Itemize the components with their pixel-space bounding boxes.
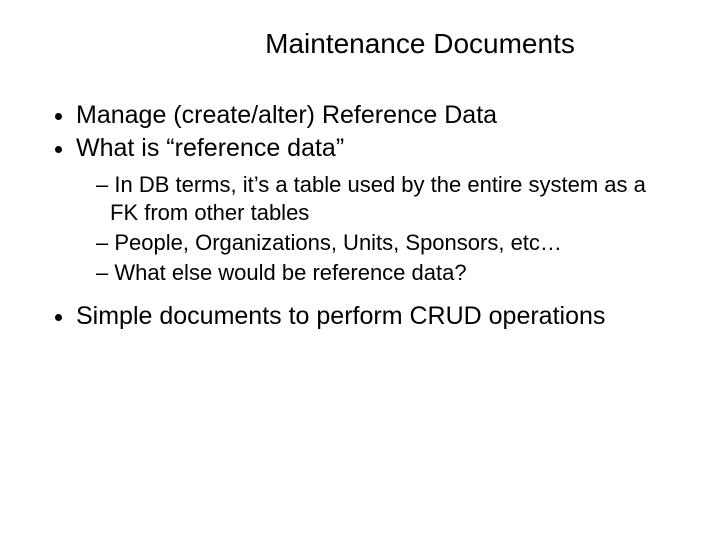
- slide: Maintenance Documents Manage (create/alt…: [0, 0, 720, 540]
- bullet-item: Manage (create/alter) Reference Data: [76, 100, 672, 131]
- sub-bullet-list: In DB terms, it’s a table used by the en…: [76, 171, 672, 288]
- bullet-text: What is “reference data”: [76, 134, 344, 162]
- slide-title: Maintenance Documents: [48, 28, 672, 60]
- bullet-item: What is “reference data” In DB terms, it…: [76, 133, 672, 287]
- sub-bullet-item: What else would be reference data?: [96, 259, 672, 287]
- sub-bullet-item: In DB terms, it’s a table used by the en…: [96, 171, 672, 227]
- bullet-list: Manage (create/alter) Reference Data Wha…: [48, 100, 672, 332]
- sub-bullet-item: People, Organizations, Units, Sponsors, …: [96, 229, 672, 257]
- bullet-item: Simple documents to perform CRUD operati…: [76, 301, 672, 332]
